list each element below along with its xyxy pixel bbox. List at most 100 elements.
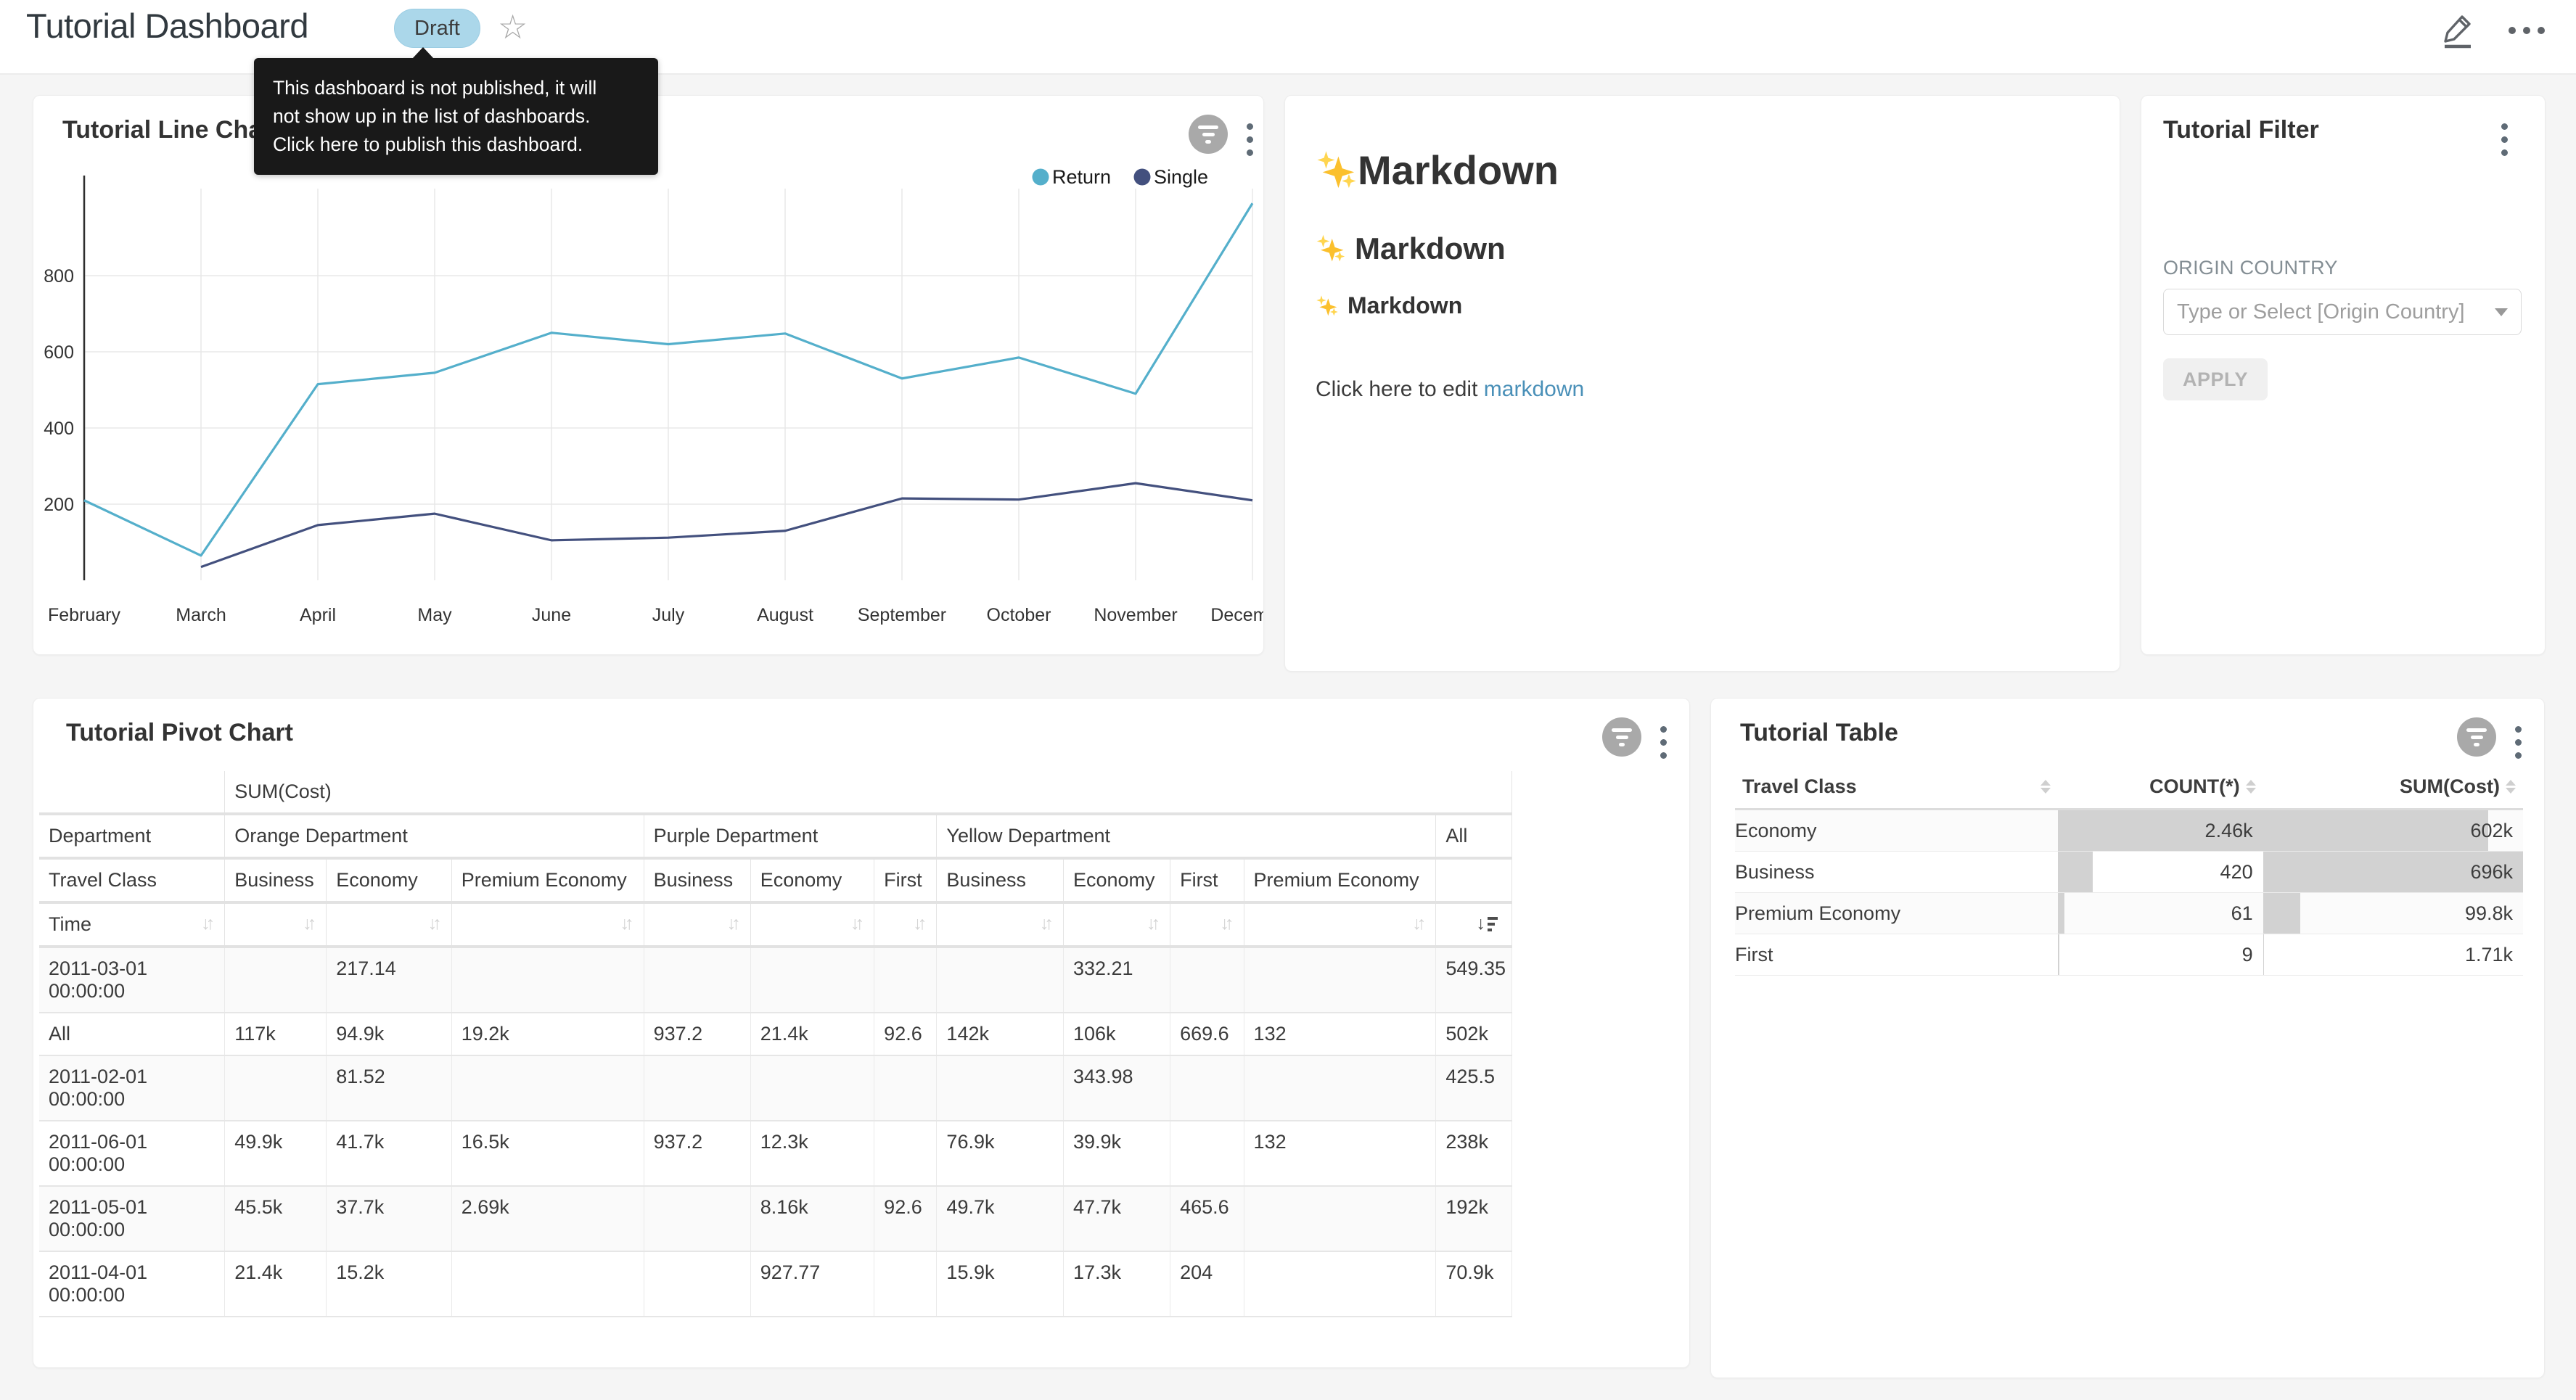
sort-icon[interactable]: ↓↑: [1040, 913, 1054, 934]
pivot-sort-row: Time↓↑↓↑↓↑↓↑↓↑↓↑↓↑↓↑↓↑↓↑↓↑↓: [39, 902, 1512, 947]
pivot-cell: [874, 947, 937, 1013]
table-column-header: Travel Class: [1735, 765, 2058, 810]
sort-icon[interactable]: ↓↑: [303, 913, 316, 934]
legend-label: Return: [1052, 166, 1111, 188]
pivot-cell: [750, 947, 874, 1013]
value-cell: 602k: [2263, 810, 2523, 852]
table-row: Economy2.46k602k: [1735, 810, 2523, 852]
line-chart-card: Tutorial Line Chart 200400600800February…: [33, 95, 1264, 655]
select-placeholder: Type or Select [Origin Country]: [2177, 300, 2495, 324]
table-card: Tutorial Table Travel ClassCOUNT(*)SUM(C…: [1710, 698, 2545, 1378]
origin-country-select[interactable]: Type or Select [Origin Country]: [2163, 289, 2522, 335]
chevron-down-icon: [2495, 308, 2508, 316]
sort-icon[interactable]: ↓↑: [428, 913, 442, 934]
line-chart-kebab-icon[interactable]: [1244, 120, 1256, 159]
proportion-bar: [2263, 810, 2488, 851]
sort-caret-icon: [2506, 780, 2516, 794]
markdown-h1: Markdown: [1316, 147, 2089, 194]
dashboard-page: Tutorial Dashboard Draft ☆ This dashboar…: [0, 0, 2576, 1400]
pivot-cell: [750, 1055, 874, 1121]
value-cell: 1.71k: [2263, 934, 2523, 976]
applied-filter-icon[interactable]: [2457, 717, 2496, 757]
pivot-class-label: Travel Class: [39, 858, 225, 902]
pivot-chart-kebab-icon[interactable]: [1657, 723, 1670, 762]
tooltip-line: Click here to publish this dashboard.: [273, 131, 639, 159]
pivot-cell: 15.2k: [327, 1251, 452, 1317]
pivot-cell: 106k: [1063, 1013, 1170, 1055]
sort-icon[interactable]: ↓↑: [620, 913, 634, 934]
legend-item-return[interactable]: Return: [1033, 166, 1112, 188]
pivot-cell: [644, 947, 750, 1013]
favorite-star-icon[interactable]: ☆: [498, 7, 528, 46]
series-line-single[interactable]: [201, 483, 1252, 567]
applied-filter-icon[interactable]: [1189, 115, 1228, 154]
proportion-bar: [2058, 893, 2064, 934]
table-sort-control[interactable]: Travel Class: [1742, 775, 2051, 798]
pivot-data-row: 2011-04-0100:00:0021.4k15.2k927.7715.9k1…: [39, 1251, 1512, 1317]
sort-icon[interactable]: ↓: [1477, 913, 1503, 934]
sort-icon[interactable]: ↓↑: [727, 913, 741, 934]
pivot-cell: [874, 1055, 937, 1121]
table-column-header: SUM(Cost): [2263, 765, 2523, 810]
pivot-cell: 669.6: [1170, 1013, 1244, 1055]
filter-card-kebab-icon[interactable]: [2498, 120, 2511, 159]
pivot-cell: [1244, 1055, 1436, 1121]
sort-icon[interactable]: ↓↑: [1412, 913, 1426, 934]
draft-badge[interactable]: Draft: [394, 9, 480, 48]
pivot-cell: [225, 947, 327, 1013]
pivot-cell: 49.9k: [225, 1121, 327, 1186]
apply-button[interactable]: APPLY: [2163, 358, 2268, 400]
travel-class-cell: First: [1735, 934, 2058, 976]
pivot-data-row: 2011-05-0100:00:0045.5k37.7k2.69k8.16k92…: [39, 1186, 1512, 1251]
table-card-kebab-icon[interactable]: [2512, 723, 2524, 762]
sort-icon[interactable]: ↓↑: [201, 913, 215, 934]
table-sort-control[interactable]: SUM(Cost): [2271, 775, 2516, 798]
pivot-class-header: Economy: [1063, 858, 1170, 902]
pencil-icon: [2440, 12, 2477, 49]
dashboard-menu-button[interactable]: [2506, 10, 2547, 51]
pivot-chart-title: Tutorial Pivot Chart: [66, 719, 293, 747]
proportion-bar: [2263, 893, 2300, 934]
sort-icon[interactable]: ↓↑: [850, 913, 864, 934]
applied-filter-icon[interactable]: [1602, 717, 1641, 757]
sort-icon[interactable]: ↓↑: [913, 913, 927, 934]
table-row: Business420696k: [1735, 852, 2523, 893]
pivot-group-header: Orange Department: [225, 814, 644, 858]
origin-country-label: ORIGIN COUNTRY: [2163, 257, 2338, 279]
publish-tooltip: This dashboard is not published, it will…: [254, 58, 658, 175]
filter-card-title: Tutorial Filter: [2163, 116, 2319, 144]
markdown-edit-link[interactable]: markdown: [1484, 377, 1584, 401]
sort-icon[interactable]: ↓↑: [1221, 913, 1234, 934]
pivot-class-header: [1436, 858, 1512, 902]
pivot-cell: [451, 1055, 644, 1121]
pivot-cell: 132: [1244, 1121, 1436, 1186]
y-axis-tick-label: 400: [44, 419, 74, 439]
proportion-bar: [2263, 934, 2264, 975]
table-sort-control[interactable]: COUNT(*): [2065, 775, 2255, 798]
pivot-cell: [1170, 947, 1244, 1013]
pivot-cell: 21.4k: [750, 1013, 874, 1055]
edit-dashboard-button[interactable]: [2438, 10, 2479, 51]
proportion-bar: [2058, 934, 2059, 975]
markdown-h2: Markdown: [1316, 231, 2089, 266]
ellipsis-icon: [2506, 23, 2547, 38]
pivot-row-label: 2011-03-0100:00:00: [39, 947, 225, 1013]
pivot-chart-card: Tutorial Pivot Chart SUM(Cost)Department…: [33, 698, 1690, 1368]
line-chart[interactable]: 200400600800FebruaryMarchAprilMayJuneJul…: [33, 160, 1263, 653]
pivot-data-row: 2011-02-0100:00:0081.52343.98425.5: [39, 1055, 1512, 1121]
pivot-row-label: 2011-04-0100:00:00: [39, 1251, 225, 1317]
sort-icon[interactable]: ↓↑: [1147, 913, 1160, 934]
markdown-card: Markdown Markdown Markdown Click here to: [1284, 95, 2120, 672]
markdown-h3: Markdown: [1316, 292, 2089, 319]
pivot-sort-cell: ↓↑: [644, 902, 750, 947]
pivot-cell: 70.9k: [1436, 1251, 1512, 1317]
pivot-cell: 332.21: [1063, 947, 1170, 1013]
pivot-cell: [874, 1121, 937, 1186]
value-cell: 2.46k: [2058, 810, 2263, 852]
pivot-sort-cell: ↓↑: [937, 902, 1064, 947]
pivot-cell: 47.7k: [1063, 1186, 1170, 1251]
legend-item-single[interactable]: Single: [1134, 166, 1209, 188]
travel-class-cell: Economy: [1735, 810, 2058, 852]
pivot-cell: 45.5k: [225, 1186, 327, 1251]
x-axis-tick-label: May: [417, 605, 452, 625]
